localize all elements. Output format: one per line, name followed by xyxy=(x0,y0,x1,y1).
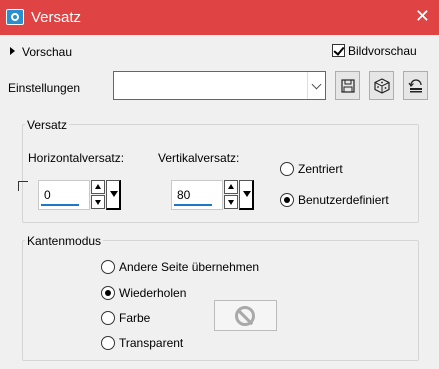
expand-arrow-icon xyxy=(10,47,15,55)
arrow-down-icon[interactable] xyxy=(224,195,238,209)
settings-combobox[interactable] xyxy=(113,71,326,100)
randomize-button[interactable] xyxy=(369,71,394,100)
radio-icon[interactable] xyxy=(101,311,115,325)
preview-toggle[interactable]: Vorschau xyxy=(10,45,72,59)
radio-selected-icon[interactable] xyxy=(101,286,115,300)
title-bar: Versatz ✕ xyxy=(0,0,439,35)
reset-icon xyxy=(408,78,422,92)
arrow-up-icon[interactable] xyxy=(224,180,238,194)
vertical-offset-input[interactable]: 80 xyxy=(171,180,223,210)
radio-centered[interactable]: Zentriert xyxy=(280,162,343,176)
color-swatch-button[interactable] xyxy=(214,300,277,331)
chevron-down-icon[interactable] xyxy=(307,72,325,99)
radio-centered-label: Zentriert xyxy=(298,162,343,176)
reset-button[interactable] xyxy=(403,71,428,100)
radio-icon[interactable] xyxy=(280,162,294,176)
window-title: Versatz xyxy=(31,9,82,26)
save-preset-button[interactable] xyxy=(335,71,360,100)
radio-icon[interactable] xyxy=(101,336,115,350)
horizontal-offset-spinner[interactable]: 0 xyxy=(38,180,122,210)
vertical-dropdown-icon[interactable] xyxy=(239,180,254,210)
arrow-down-icon[interactable] xyxy=(91,195,105,209)
close-icon[interactable]: ✕ xyxy=(415,7,430,25)
link-values-checkbox[interactable] xyxy=(18,181,28,191)
vertical-offset-spinner[interactable]: 80 xyxy=(171,180,255,210)
horizontal-offset-input[interactable]: 0 xyxy=(38,180,90,210)
edge-mode-group-title: Kantenmodus xyxy=(25,234,104,248)
checkbox-checked-icon[interactable] xyxy=(332,44,345,57)
horizontal-offset-label: Horizontalversatz: xyxy=(28,151,125,165)
radio-transparent-label: Transparent xyxy=(119,336,184,350)
disabled-icon xyxy=(235,306,255,326)
offset-group-title: Versatz xyxy=(25,118,70,132)
horizontal-dropdown-icon[interactable] xyxy=(106,180,121,210)
radio-wrap[interactable]: Andere Seite übernehmen xyxy=(101,260,259,274)
radio-custom-label: Benutzerdefiniert xyxy=(298,193,389,207)
radio-wrap-label: Andere Seite übernehmen xyxy=(119,260,260,274)
radio-icon[interactable] xyxy=(101,260,115,274)
vertical-stepper xyxy=(224,180,238,210)
vertical-offset-label: Vertikalversatz: xyxy=(158,151,240,165)
radio-custom[interactable]: Benutzerdefiniert xyxy=(280,193,389,207)
arrow-up-icon[interactable] xyxy=(91,180,105,194)
image-preview-checkbox[interactable]: Bildvorschau xyxy=(332,44,417,58)
horizontal-stepper xyxy=(91,180,105,210)
camera-icon xyxy=(6,9,24,25)
image-preview-label: Bildvorschau xyxy=(348,44,417,58)
dice-icon xyxy=(373,77,390,94)
radio-repeat[interactable]: Wiederholen xyxy=(101,286,186,300)
radio-transparent[interactable]: Transparent xyxy=(101,336,183,350)
radio-selected-icon[interactable] xyxy=(280,193,294,207)
floppy-disk-icon xyxy=(340,78,355,93)
radio-color[interactable]: Farbe xyxy=(101,311,150,325)
radio-color-label: Farbe xyxy=(119,311,151,325)
settings-label: Einstellungen xyxy=(8,81,81,95)
preview-label: Vorschau xyxy=(22,45,73,59)
radio-repeat-label: Wiederholen xyxy=(119,286,187,300)
